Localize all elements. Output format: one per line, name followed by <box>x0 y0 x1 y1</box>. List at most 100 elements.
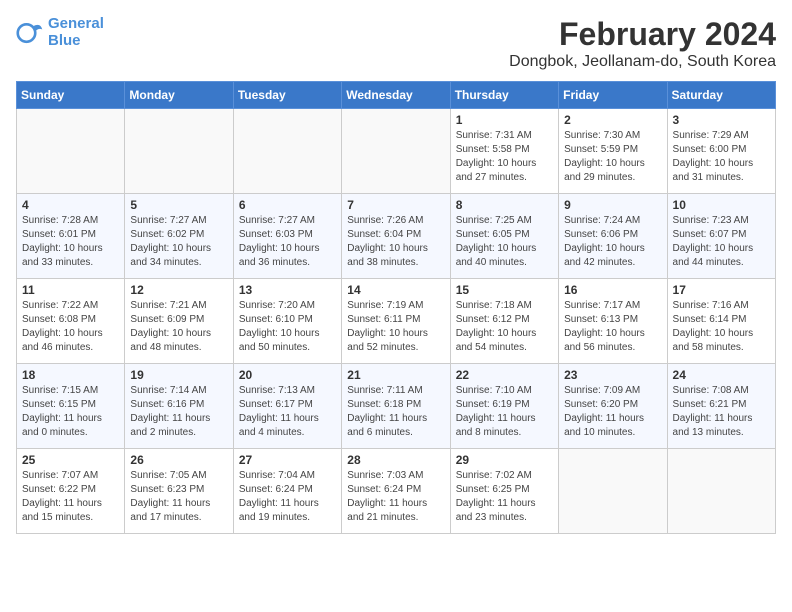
calendar-cell: 19 Sunrise: 7:14 AM Sunset: 6:16 PM Dayli… <box>125 364 233 449</box>
day-info: Sunrise: 7:20 AM Sunset: 6:10 PM Dayligh… <box>239 299 336 355</box>
day-info: Sunrise: 7:21 AM Sunset: 6:09 PM Dayligh… <box>130 299 227 355</box>
logo-text: General Blue <box>48 16 104 49</box>
calendar-cell: 18 Sunrise: 7:15 AM Sunset: 6:15 PM Dayli… <box>17 364 125 449</box>
day-info: Sunrise: 7:11 AM Sunset: 6:18 PM Dayligh… <box>347 384 444 440</box>
day-number: 7 <box>347 198 444 212</box>
calendar-cell <box>17 109 125 194</box>
calendar-body: 1 Sunrise: 7:31 AM Sunset: 5:58 PM Daylig… <box>17 109 776 534</box>
day-info: Sunrise: 7:13 AM Sunset: 6:17 PM Dayligh… <box>239 384 336 440</box>
day-number: 9 <box>564 198 661 212</box>
day-info: Sunrise: 7:25 AM Sunset: 6:05 PM Dayligh… <box>456 214 553 270</box>
day-number: 6 <box>239 198 336 212</box>
day-number: 3 <box>673 113 770 127</box>
day-info: Sunrise: 7:26 AM Sunset: 6:04 PM Dayligh… <box>347 214 444 270</box>
weekday-header: Wednesday <box>342 82 450 109</box>
calendar-cell: 10 Sunrise: 7:23 AM Sunset: 6:07 PM Dayli… <box>667 194 775 279</box>
weekday-header: Friday <box>559 82 667 109</box>
calendar-table: SundayMondayTuesdayWednesdayThursdayFrid… <box>16 81 776 534</box>
day-info: Sunrise: 7:17 AM Sunset: 6:13 PM Dayligh… <box>564 299 661 355</box>
calendar-cell: 8 Sunrise: 7:25 AM Sunset: 6:05 PM Daylig… <box>450 194 558 279</box>
day-number: 17 <box>673 283 770 297</box>
calendar-cell: 27 Sunrise: 7:04 AM Sunset: 6:24 PM Dayli… <box>233 449 341 534</box>
day-info: Sunrise: 7:29 AM Sunset: 6:00 PM Dayligh… <box>673 129 770 185</box>
day-number: 10 <box>673 198 770 212</box>
calendar-cell: 14 Sunrise: 7:19 AM Sunset: 6:11 PM Dayli… <box>342 279 450 364</box>
day-number: 28 <box>347 453 444 467</box>
calendar-cell <box>342 109 450 194</box>
day-number: 29 <box>456 453 553 467</box>
day-info: Sunrise: 7:14 AM Sunset: 6:16 PM Dayligh… <box>130 384 227 440</box>
calendar-cell: 7 Sunrise: 7:26 AM Sunset: 6:04 PM Daylig… <box>342 194 450 279</box>
calendar-cell: 25Sunrise: 7:07 AM Sunset: 6:22 PM Dayli… <box>17 449 125 534</box>
day-info: Sunrise: 7:23 AM Sunset: 6:07 PM Dayligh… <box>673 214 770 270</box>
day-number: 21 <box>347 368 444 382</box>
calendar-cell: 21 Sunrise: 7:11 AM Sunset: 6:18 PM Dayli… <box>342 364 450 449</box>
day-info: Sunrise: 7:02 AM Sunset: 6:25 PM Dayligh… <box>456 469 553 525</box>
calendar-cell: 17 Sunrise: 7:16 AM Sunset: 6:14 PM Dayli… <box>667 279 775 364</box>
calendar-cell: 6 Sunrise: 7:27 AM Sunset: 6:03 PM Daylig… <box>233 194 341 279</box>
day-info: Sunrise: 7:03 AM Sunset: 6:24 PM Dayligh… <box>347 469 444 525</box>
day-number: 14 <box>347 283 444 297</box>
calendar-cell <box>125 109 233 194</box>
calendar-cell: 9 Sunrise: 7:24 AM Sunset: 6:06 PM Daylig… <box>559 194 667 279</box>
calendar-cell: 26 Sunrise: 7:05 AM Sunset: 6:23 PM Dayli… <box>125 449 233 534</box>
day-info: Sunrise: 7:09 AM Sunset: 6:20 PM Dayligh… <box>564 384 661 440</box>
calendar-cell <box>559 449 667 534</box>
day-info: Sunrise: 7:05 AM Sunset: 6:23 PM Dayligh… <box>130 469 227 525</box>
day-number: 19 <box>130 368 227 382</box>
calendar-cell: 2 Sunrise: 7:30 AM Sunset: 5:59 PM Daylig… <box>559 109 667 194</box>
logo-icon <box>16 19 44 47</box>
day-number: 1 <box>456 113 553 127</box>
day-number: 15 <box>456 283 553 297</box>
day-number: 5 <box>130 198 227 212</box>
calendar-cell: 3 Sunrise: 7:29 AM Sunset: 6:00 PM Daylig… <box>667 109 775 194</box>
day-info: Sunrise: 7:31 AM Sunset: 5:58 PM Dayligh… <box>456 129 553 185</box>
day-info: Sunrise: 7:16 AM Sunset: 6:14 PM Dayligh… <box>673 299 770 355</box>
day-info: Sunrise: 7:18 AM Sunset: 6:12 PM Dayligh… <box>456 299 553 355</box>
day-info: Sunrise: 7:22 AM Sunset: 6:08 PM Dayligh… <box>22 299 119 355</box>
calendar-cell: 1 Sunrise: 7:31 AM Sunset: 5:58 PM Daylig… <box>450 109 558 194</box>
calendar-cell: 5 Sunrise: 7:27 AM Sunset: 6:02 PM Daylig… <box>125 194 233 279</box>
day-info: Sunrise: 7:15 AM Sunset: 6:15 PM Dayligh… <box>22 384 119 440</box>
day-info: Sunrise: 7:24 AM Sunset: 6:06 PM Dayligh… <box>564 214 661 270</box>
calendar-cell: 12 Sunrise: 7:21 AM Sunset: 6:09 PM Dayli… <box>125 279 233 364</box>
day-number: 26 <box>130 453 227 467</box>
day-info: Sunrise: 7:27 AM Sunset: 6:02 PM Dayligh… <box>130 214 227 270</box>
calendar-cell: 11Sunrise: 7:22 AM Sunset: 6:08 PM Dayli… <box>17 279 125 364</box>
calendar-title: February 2024 <box>509 16 776 53</box>
calendar-header: SundayMondayTuesdayWednesdayThursdayFrid… <box>17 82 776 109</box>
day-number: 2 <box>564 113 661 127</box>
day-number: 13 <box>239 283 336 297</box>
day-number: 25 <box>22 453 119 467</box>
calendar-cell: 16 Sunrise: 7:17 AM Sunset: 6:13 PM Dayli… <box>559 279 667 364</box>
calendar-cell: 28 Sunrise: 7:03 AM Sunset: 6:24 PM Dayli… <box>342 449 450 534</box>
page-header: General Blue February 2024 Dongbok, Jeol… <box>16 16 776 71</box>
weekday-header: Monday <box>125 82 233 109</box>
day-number: 16 <box>564 283 661 297</box>
day-number: 23 <box>564 368 661 382</box>
day-info: Sunrise: 7:04 AM Sunset: 6:24 PM Dayligh… <box>239 469 336 525</box>
day-number: 18 <box>22 368 119 382</box>
calendar-cell <box>667 449 775 534</box>
day-number: 8 <box>456 198 553 212</box>
day-number: 12 <box>130 283 227 297</box>
day-number: 27 <box>239 453 336 467</box>
day-info: Sunrise: 7:28 AM Sunset: 6:01 PM Dayligh… <box>22 214 119 270</box>
calendar-cell: 29 Sunrise: 7:02 AM Sunset: 6:25 PM Dayli… <box>450 449 558 534</box>
day-number: 20 <box>239 368 336 382</box>
title-block: February 2024 Dongbok, Jeollanam-do, Sou… <box>509 16 776 71</box>
day-number: 4 <box>22 198 119 212</box>
calendar-cell: 20 Sunrise: 7:13 AM Sunset: 6:17 PM Dayli… <box>233 364 341 449</box>
calendar-subtitle: Dongbok, Jeollanam-do, South Korea <box>509 53 776 71</box>
day-info: Sunrise: 7:30 AM Sunset: 5:59 PM Dayligh… <box>564 129 661 185</box>
day-info: Sunrise: 7:08 AM Sunset: 6:21 PM Dayligh… <box>673 384 770 440</box>
calendar-cell: 13 Sunrise: 7:20 AM Sunset: 6:10 PM Dayli… <box>233 279 341 364</box>
day-info: Sunrise: 7:19 AM Sunset: 6:11 PM Dayligh… <box>347 299 444 355</box>
weekday-header: Sunday <box>17 82 125 109</box>
day-number: 22 <box>456 368 553 382</box>
calendar-cell: 15 Sunrise: 7:18 AM Sunset: 6:12 PM Dayli… <box>450 279 558 364</box>
calendar-cell: 4 Sunrise: 7:28 AM Sunset: 6:01 PM Daylig… <box>17 194 125 279</box>
calendar-cell: 22Sunrise: 7:10 AM Sunset: 6:19 PM Dayli… <box>450 364 558 449</box>
calendar-cell: 24Sunrise: 7:08 AM Sunset: 6:21 PM Dayli… <box>667 364 775 449</box>
day-info: Sunrise: 7:27 AM Sunset: 6:03 PM Dayligh… <box>239 214 336 270</box>
